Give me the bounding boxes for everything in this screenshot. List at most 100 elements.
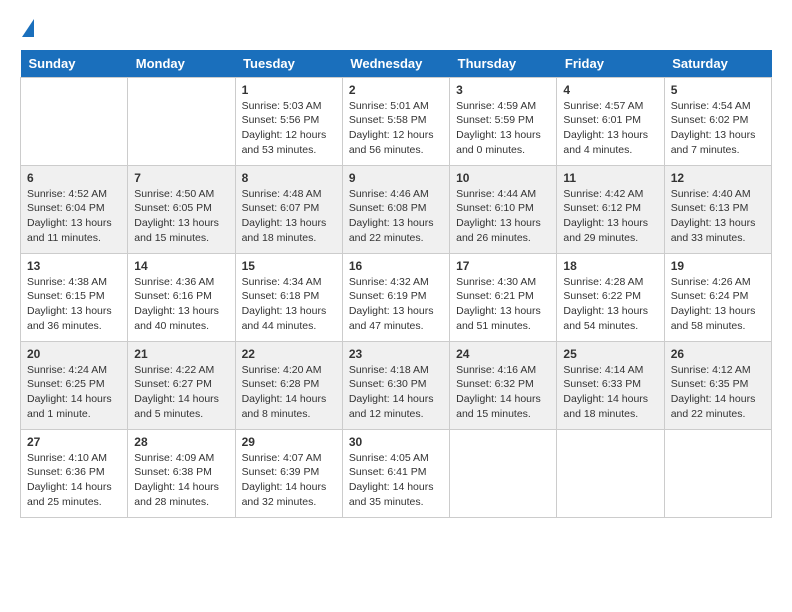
calendar-row-3: 20 Sunrise: 4:24 AM Sunset: 6:25 PM Dayli…: [21, 341, 772, 429]
day-info: Sunrise: 4:48 AM Sunset: 6:07 PM Dayligh…: [242, 187, 336, 246]
calendar-cell: 9 Sunrise: 4:46 AM Sunset: 6:08 PM Daylig…: [342, 165, 449, 253]
calendar-cell: 21 Sunrise: 4:22 AM Sunset: 6:27 PM Dayli…: [128, 341, 235, 429]
day-number: 29: [242, 435, 336, 449]
header-day-thursday: Thursday: [450, 50, 557, 78]
day-number: 26: [671, 347, 765, 361]
calendar-cell: 6 Sunrise: 4:52 AM Sunset: 6:04 PM Daylig…: [21, 165, 128, 253]
day-info: Sunrise: 5:03 AM Sunset: 5:56 PM Dayligh…: [242, 99, 336, 158]
day-number: 30: [349, 435, 443, 449]
header-row: SundayMondayTuesdayWednesdayThursdayFrid…: [21, 50, 772, 78]
day-info: Sunrise: 4:40 AM Sunset: 6:13 PM Dayligh…: [671, 187, 765, 246]
day-info: Sunrise: 4:09 AM Sunset: 6:38 PM Dayligh…: [134, 451, 228, 510]
day-info: Sunrise: 4:30 AM Sunset: 6:21 PM Dayligh…: [456, 275, 550, 334]
calendar-cell: [128, 77, 235, 165]
day-number: 8: [242, 171, 336, 185]
day-number: 11: [563, 171, 657, 185]
day-number: 22: [242, 347, 336, 361]
calendar-cell: 7 Sunrise: 4:50 AM Sunset: 6:05 PM Daylig…: [128, 165, 235, 253]
day-number: 17: [456, 259, 550, 273]
logo: [20, 20, 34, 40]
day-number: 25: [563, 347, 657, 361]
calendar-cell: 17 Sunrise: 4:30 AM Sunset: 6:21 PM Dayli…: [450, 253, 557, 341]
day-number: 27: [27, 435, 121, 449]
header-day-saturday: Saturday: [664, 50, 771, 78]
day-info: Sunrise: 4:22 AM Sunset: 6:27 PM Dayligh…: [134, 363, 228, 422]
day-number: 4: [563, 83, 657, 97]
day-number: 14: [134, 259, 228, 273]
day-info: Sunrise: 4:05 AM Sunset: 6:41 PM Dayligh…: [349, 451, 443, 510]
day-number: 28: [134, 435, 228, 449]
calendar-cell: 1Sunrise: 5:03 AM Sunset: 5:56 PM Daylig…: [235, 77, 342, 165]
day-info: Sunrise: 4:59 AM Sunset: 5:59 PM Dayligh…: [456, 99, 550, 158]
day-number: 3: [456, 83, 550, 97]
calendar-cell: 13 Sunrise: 4:38 AM Sunset: 6:15 PM Dayli…: [21, 253, 128, 341]
calendar-cell: [664, 429, 771, 517]
day-number: 7: [134, 171, 228, 185]
day-number: 6: [27, 171, 121, 185]
calendar-cell: 22 Sunrise: 4:20 AM Sunset: 6:28 PM Dayli…: [235, 341, 342, 429]
day-info: Sunrise: 4:34 AM Sunset: 6:18 PM Dayligh…: [242, 275, 336, 334]
calendar-table: SundayMondayTuesdayWednesdayThursdayFrid…: [20, 50, 772, 518]
day-number: 9: [349, 171, 443, 185]
calendar-cell: 29 Sunrise: 4:07 AM Sunset: 6:39 PM Dayli…: [235, 429, 342, 517]
day-info: Sunrise: 4:54 AM Sunset: 6:02 PM Dayligh…: [671, 99, 765, 158]
day-info: Sunrise: 4:50 AM Sunset: 6:05 PM Dayligh…: [134, 187, 228, 246]
day-info: Sunrise: 5:01 AM Sunset: 5:58 PM Dayligh…: [349, 99, 443, 158]
day-number: 19: [671, 259, 765, 273]
day-number: 12: [671, 171, 765, 185]
day-info: Sunrise: 4:57 AM Sunset: 6:01 PM Dayligh…: [563, 99, 657, 158]
day-info: Sunrise: 4:18 AM Sunset: 6:30 PM Dayligh…: [349, 363, 443, 422]
day-info: Sunrise: 4:12 AM Sunset: 6:35 PM Dayligh…: [671, 363, 765, 422]
day-number: 24: [456, 347, 550, 361]
calendar-cell: 11 Sunrise: 4:42 AM Sunset: 6:12 PM Dayli…: [557, 165, 664, 253]
calendar-cell: 2Sunrise: 5:01 AM Sunset: 5:58 PM Daylig…: [342, 77, 449, 165]
calendar-cell: 25 Sunrise: 4:14 AM Sunset: 6:33 PM Dayli…: [557, 341, 664, 429]
day-info: Sunrise: 4:28 AM Sunset: 6:22 PM Dayligh…: [563, 275, 657, 334]
calendar-cell: 8 Sunrise: 4:48 AM Sunset: 6:07 PM Daylig…: [235, 165, 342, 253]
day-number: 13: [27, 259, 121, 273]
day-info: Sunrise: 4:38 AM Sunset: 6:15 PM Dayligh…: [27, 275, 121, 334]
day-number: 21: [134, 347, 228, 361]
day-info: Sunrise: 4:46 AM Sunset: 6:08 PM Dayligh…: [349, 187, 443, 246]
day-info: Sunrise: 4:16 AM Sunset: 6:32 PM Dayligh…: [456, 363, 550, 422]
day-number: 5: [671, 83, 765, 97]
day-info: Sunrise: 4:14 AM Sunset: 6:33 PM Dayligh…: [563, 363, 657, 422]
day-info: Sunrise: 4:10 AM Sunset: 6:36 PM Dayligh…: [27, 451, 121, 510]
day-info: Sunrise: 4:32 AM Sunset: 6:19 PM Dayligh…: [349, 275, 443, 334]
calendar-cell: 27 Sunrise: 4:10 AM Sunset: 6:36 PM Dayli…: [21, 429, 128, 517]
calendar-cell: 28 Sunrise: 4:09 AM Sunset: 6:38 PM Dayli…: [128, 429, 235, 517]
calendar-cell: [557, 429, 664, 517]
calendar-cell: [21, 77, 128, 165]
calendar-cell: 19 Sunrise: 4:26 AM Sunset: 6:24 PM Dayli…: [664, 253, 771, 341]
header-day-monday: Monday: [128, 50, 235, 78]
calendar-cell: 10Sunrise: 4:44 AM Sunset: 6:10 PM Dayli…: [450, 165, 557, 253]
calendar-cell: 24 Sunrise: 4:16 AM Sunset: 6:32 PM Dayli…: [450, 341, 557, 429]
day-info: Sunrise: 4:24 AM Sunset: 6:25 PM Dayligh…: [27, 363, 121, 422]
calendar-cell: 4 Sunrise: 4:57 AM Sunset: 6:01 PM Daylig…: [557, 77, 664, 165]
calendar-cell: 3 Sunrise: 4:59 AM Sunset: 5:59 PM Daylig…: [450, 77, 557, 165]
calendar-row-0: 1Sunrise: 5:03 AM Sunset: 5:56 PM Daylig…: [21, 77, 772, 165]
calendar-cell: 15Sunrise: 4:34 AM Sunset: 6:18 PM Dayli…: [235, 253, 342, 341]
calendar-cell: 18 Sunrise: 4:28 AM Sunset: 6:22 PM Dayli…: [557, 253, 664, 341]
day-number: 20: [27, 347, 121, 361]
calendar-row-1: 6 Sunrise: 4:52 AM Sunset: 6:04 PM Daylig…: [21, 165, 772, 253]
calendar-cell: 26 Sunrise: 4:12 AM Sunset: 6:35 PM Dayli…: [664, 341, 771, 429]
day-info: Sunrise: 4:42 AM Sunset: 6:12 PM Dayligh…: [563, 187, 657, 246]
header-day-friday: Friday: [557, 50, 664, 78]
day-info: Sunrise: 4:36 AM Sunset: 6:16 PM Dayligh…: [134, 275, 228, 334]
calendar-cell: 5 Sunrise: 4:54 AM Sunset: 6:02 PM Daylig…: [664, 77, 771, 165]
day-info: Sunrise: 4:26 AM Sunset: 6:24 PM Dayligh…: [671, 275, 765, 334]
header-day-tuesday: Tuesday: [235, 50, 342, 78]
day-info: Sunrise: 4:20 AM Sunset: 6:28 PM Dayligh…: [242, 363, 336, 422]
day-info: Sunrise: 4:07 AM Sunset: 6:39 PM Dayligh…: [242, 451, 336, 510]
day-number: 18: [563, 259, 657, 273]
day-number: 16: [349, 259, 443, 273]
day-info: Sunrise: 4:52 AM Sunset: 6:04 PM Dayligh…: [27, 187, 121, 246]
day-number: 10: [456, 171, 550, 185]
calendar-cell: 30 Sunrise: 4:05 AM Sunset: 6:41 PM Dayli…: [342, 429, 449, 517]
logo-triangle-icon: [22, 19, 34, 37]
calendar-row-2: 13 Sunrise: 4:38 AM Sunset: 6:15 PM Dayli…: [21, 253, 772, 341]
calendar-row-4: 27 Sunrise: 4:10 AM Sunset: 6:36 PM Dayli…: [21, 429, 772, 517]
page-header: [20, 20, 772, 40]
calendar-cell: 14 Sunrise: 4:36 AM Sunset: 6:16 PM Dayli…: [128, 253, 235, 341]
